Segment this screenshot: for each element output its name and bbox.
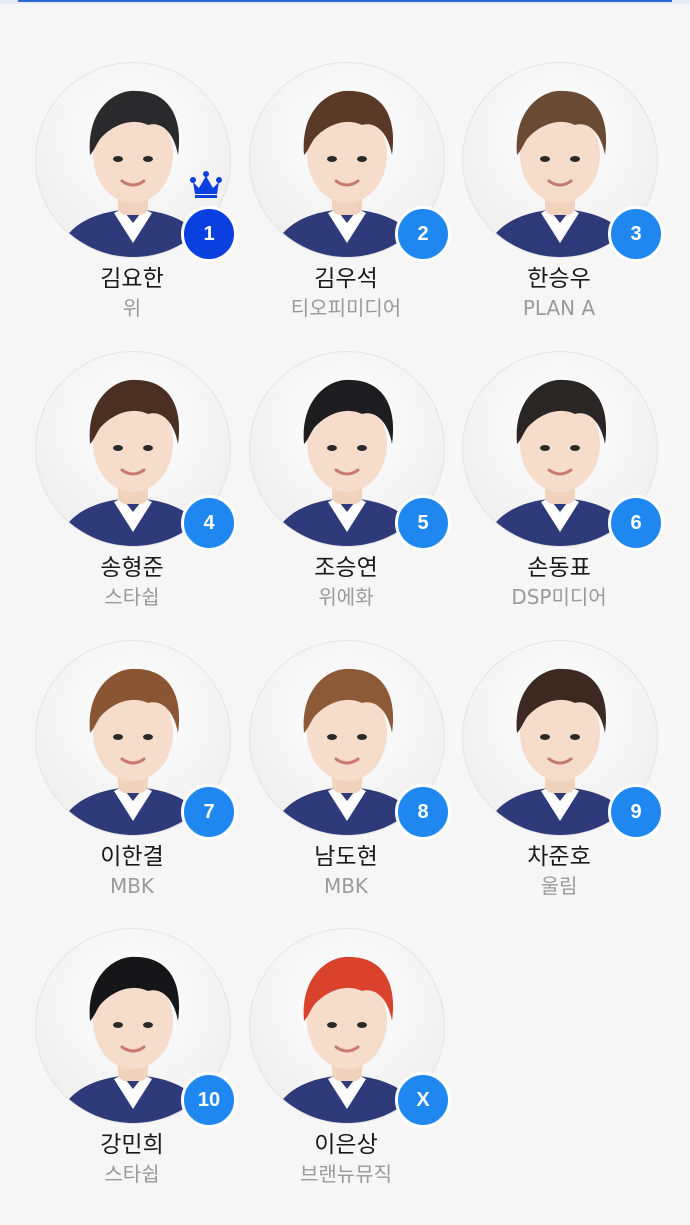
- trainee-name: 손동표: [527, 555, 591, 581]
- trainee-agency: PLAN A: [522, 296, 596, 320]
- trainee-name: 남도현: [314, 844, 378, 870]
- rank-badge: X: [395, 1072, 451, 1128]
- trainee-card-11[interactable]: X 이은상 브랜뉴뮤직: [239, 928, 453, 1198]
- trainee-card-3[interactable]: 3 한승우 PLAN A: [452, 62, 666, 332]
- trainee-card-10[interactable]: 10 강민희 스타쉽: [25, 928, 239, 1198]
- rank-badge: 5: [395, 495, 451, 551]
- rank-badge: 9: [608, 784, 664, 840]
- trainee-agency: 스타쉽: [104, 585, 160, 609]
- trainee-card-5[interactable]: 5 조승연 위에화: [239, 351, 453, 621]
- trainee-name: 한승우: [527, 266, 591, 292]
- trainee-card-7[interactable]: 7 이한결 MBK: [25, 640, 239, 910]
- trainee-agency: 브랜뉴뮤직: [300, 1162, 392, 1186]
- trainee-card-4[interactable]: 4 송형준 스타쉽: [25, 351, 239, 621]
- trainee-agency: MBK: [109, 874, 155, 898]
- trainee-agency: 울림: [540, 874, 578, 898]
- trainee-agency: 티오피미디어: [290, 296, 402, 320]
- trainee-card-8[interactable]: 8 남도현 MBK: [239, 640, 453, 910]
- trainee-card-6[interactable]: 6 손동표 DSP미디어: [452, 351, 666, 621]
- trainee-agency: 스타쉽: [104, 1162, 160, 1186]
- trainee-name: 김요한: [100, 266, 164, 292]
- trainee-name: 김우석: [314, 266, 378, 292]
- rank-badge: 1: [181, 206, 237, 262]
- trainee-card-1[interactable]: 1 김요한 위: [25, 62, 239, 332]
- trainee-card-2[interactable]: 2 김우석 티오피미디어: [239, 62, 453, 332]
- rank-badge: 6: [608, 495, 664, 551]
- trainee-name: 강민희: [100, 1132, 164, 1158]
- trainee-name: 이한결: [100, 844, 164, 870]
- rank-badge: 10: [181, 1072, 237, 1128]
- trainee-name: 이은상: [314, 1132, 378, 1158]
- rank-badge: 4: [181, 495, 237, 551]
- trainee-agency: 위: [122, 296, 142, 320]
- trainee-name: 송형준: [100, 555, 164, 581]
- rank-badge: 8: [395, 784, 451, 840]
- trainee-agency: 위에화: [318, 585, 374, 609]
- rank-badge: 2: [395, 206, 451, 262]
- rank-badge: 7: [181, 784, 237, 840]
- trainee-name: 차준호: [527, 844, 591, 870]
- trainee-card-9[interactable]: 9 차준호 울림: [452, 640, 666, 910]
- crown-icon: [190, 171, 222, 198]
- trainee-name: 조승연: [314, 555, 378, 581]
- trainee-agency: DSP미디어: [511, 585, 607, 609]
- rank-badge: 3: [608, 206, 664, 262]
- trainee-agency: MBK: [323, 874, 369, 898]
- trainee-ranking-grid: 1 김요한 위 2 김우석 티오피미디어 3 한승우 PLAN A 4 송형준 …: [0, 0, 690, 1225]
